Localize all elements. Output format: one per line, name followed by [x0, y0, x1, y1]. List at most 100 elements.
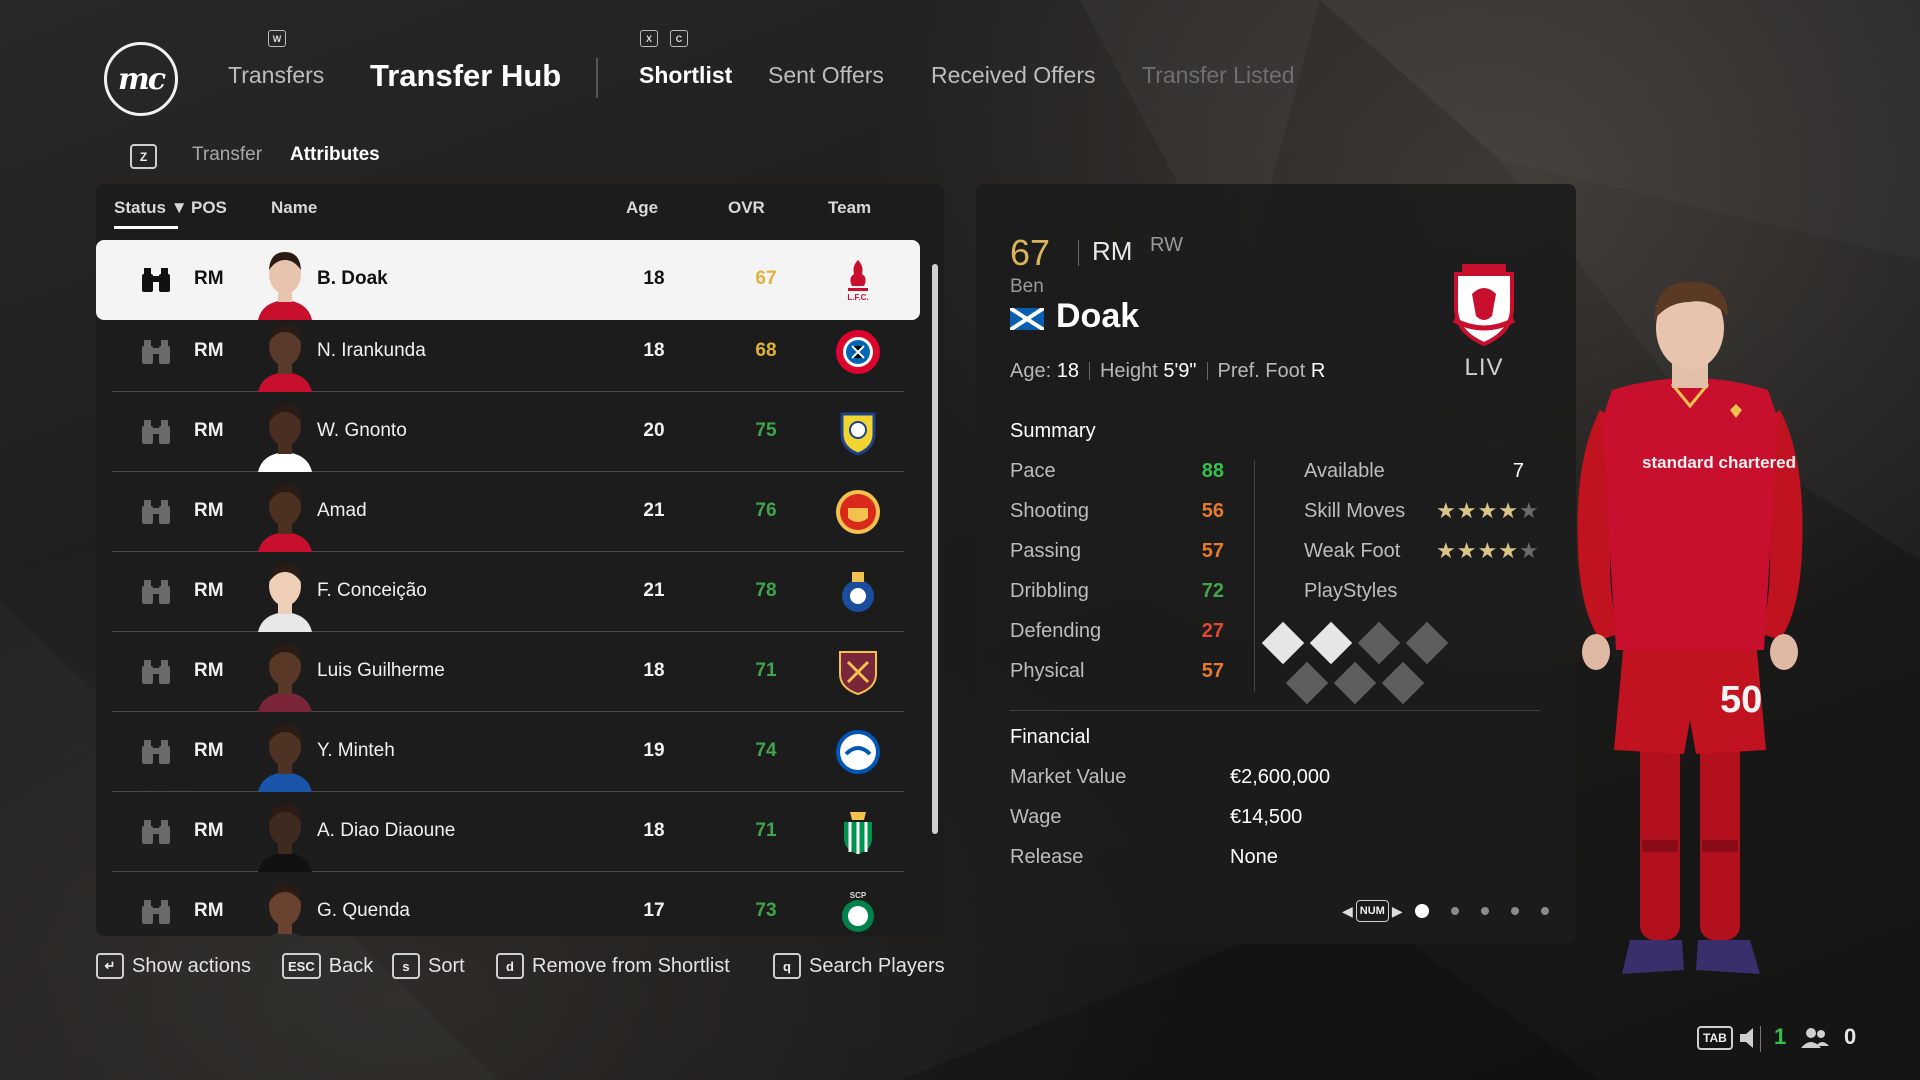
nav-transfer-hub[interactable]: Transfer Hub — [370, 58, 561, 94]
svg-text:L.F.C.: L.F.C. — [847, 293, 868, 302]
wage-value: €14,500 — [1230, 806, 1303, 828]
scrollbar-thumb[interactable] — [932, 264, 938, 834]
playstyle-icon[interactable] — [1285, 661, 1329, 705]
manchester-united-crest-icon — [836, 490, 880, 534]
col-team[interactable]: Team — [828, 198, 871, 218]
playstyle-icon[interactable] — [1261, 621, 1305, 665]
playstyle-icon[interactable] — [1405, 621, 1449, 665]
row-player-name: Y. Minteh — [317, 740, 395, 761]
table-row[interactable]: RM F. Conceição 21 78 — [112, 552, 904, 632]
nav-transfers[interactable]: Transfers — [228, 62, 324, 89]
col-pos[interactable]: POS — [191, 198, 227, 218]
table-row[interactable]: RM W. Gnonto 20 75 — [112, 392, 904, 472]
brighton-crest-icon — [836, 730, 880, 774]
row-player-name: A. Diao Diaoune — [317, 820, 456, 841]
row-ovr: 71 — [755, 820, 777, 841]
page-dot[interactable] — [1510, 907, 1519, 915]
col-name[interactable]: Name — [271, 198, 317, 218]
table-row[interactable]: RM A. Diao Diaoune 18 71 — [112, 792, 904, 872]
binoculars-icon — [142, 820, 170, 844]
action-search-players[interactable]: q Search Players — [773, 953, 945, 979]
player-foot: R — [1310, 360, 1326, 382]
tab-shortlist[interactable]: Shortlist — [639, 62, 732, 89]
player-bio-line: Age: 18 Height 5'9" Pref. Foot R — [1010, 360, 1326, 382]
player-team-abbr: LIV — [1464, 354, 1504, 381]
nav-key-c: C — [670, 30, 688, 47]
tab-transfer-listed[interactable]: Transfer Listed — [1142, 62, 1295, 89]
col-status[interactable]: Status ▼ — [114, 198, 188, 218]
action-label: Back — [328, 954, 374, 977]
table-row[interactable]: RM Luis Guilherme 18 71 — [112, 632, 904, 712]
table-row[interactable]: RM B. Doak 18 67 L.F.C. — [96, 240, 920, 320]
row-position: RM — [194, 820, 224, 841]
player-portrait-icon — [258, 324, 312, 392]
page-dot[interactable] — [1480, 907, 1489, 915]
action-remove-from-shortlist[interactable]: d Remove from Shortlist — [496, 953, 730, 979]
row-position: RM — [194, 580, 224, 601]
attr-passing-label: Passing — [1010, 540, 1082, 562]
player-portrait-icon — [269, 884, 301, 936]
col-ovr[interactable]: OVR — [728, 198, 765, 218]
row-position: RM — [194, 900, 224, 921]
attr-dribbling-value: 72 — [1201, 580, 1224, 602]
row-age: 18 — [643, 820, 665, 841]
sporting-cp-crest-icon: SCP — [842, 891, 874, 932]
release-label: Release — [1010, 846, 1084, 868]
player-ovr: 67 — [1010, 232, 1051, 273]
row-age: 21 — [643, 500, 665, 521]
player-render: standard chartered 50 — [1577, 281, 1803, 974]
row-position: RM — [194, 500, 224, 521]
playstyle-icon[interactable] — [1381, 661, 1425, 705]
action-label: Show actions — [132, 954, 251, 977]
wage-label: Wage — [1010, 806, 1062, 828]
notification-count: 1 — [1774, 1024, 1787, 1049]
table-row[interactable]: RM G. Quenda 17 73 SCP — [112, 872, 904, 936]
action-label: Search Players — [809, 954, 945, 977]
player-first-name: Ben — [1010, 276, 1044, 297]
subtab-transfer[interactable]: Transfer — [192, 144, 262, 166]
player-alt-position: RW — [1150, 234, 1183, 256]
table-row[interactable]: RM Amad 21 76 — [112, 472, 904, 552]
action-show-actions[interactable]: ↵ Show actions — [96, 953, 251, 979]
binoculars-icon — [142, 500, 170, 524]
row-position: RM — [194, 268, 224, 289]
speaker-icon — [1740, 1028, 1753, 1048]
shortlist-panel: Status ▼ POS Name Age OVR Team RM B. Doa… — [96, 184, 944, 936]
row-player-name: F. Conceição — [317, 580, 427, 601]
tab-sent-offers[interactable]: Sent Offers — [768, 62, 884, 89]
page-dot[interactable] — [1540, 907, 1549, 915]
subtab-attributes[interactable]: Attributes — [290, 144, 380, 166]
list-header: Status ▼ POS Name Age OVR Team — [96, 184, 944, 232]
binoculars-icon — [142, 900, 170, 924]
nav-key-w: W — [268, 30, 286, 47]
chevron-right-icon[interactable]: ▶ — [1392, 903, 1403, 920]
q-key-icon: q — [773, 953, 801, 979]
playstyle-icon[interactable] — [1357, 621, 1401, 665]
player-rows: RM B. Doak 18 67 L.F.C. RM N. Irankunda … — [96, 232, 944, 936]
page-dot[interactable] — [1414, 904, 1429, 918]
col-age[interactable]: Age — [626, 198, 658, 218]
chevron-left-icon[interactable]: ◀ — [1342, 903, 1353, 920]
playstyles-label: PlayStyles — [1304, 580, 1398, 602]
playstyle-icon[interactable] — [1333, 661, 1377, 705]
player-height: 5'9" — [1163, 360, 1197, 382]
people-count: 0 — [1844, 1024, 1857, 1049]
player-portrait-icon — [258, 404, 312, 472]
action-back[interactable]: ESC Back — [282, 953, 373, 979]
weak-foot-stars: ★★★★★ — [1436, 538, 1540, 563]
row-position: RM — [194, 660, 224, 681]
sort-indicator — [114, 226, 178, 229]
row-age: 19 — [643, 740, 665, 761]
action-sort[interactable]: s Sort — [392, 953, 465, 979]
page-indicator[interactable]: ◀ NUM ▶ — [1342, 900, 1549, 922]
tab-received-offers[interactable]: Received Offers — [931, 62, 1095, 89]
column-divider — [1254, 460, 1255, 692]
table-row[interactable]: RM Y. Minteh 19 74 — [112, 712, 904, 792]
divider — [1078, 240, 1079, 266]
financial-title: Financial — [1010, 726, 1091, 748]
player-position: RM — [1092, 236, 1133, 266]
page-dot[interactable] — [1450, 907, 1459, 915]
playstyle-icon[interactable] — [1309, 621, 1353, 665]
d-key-icon: d — [496, 953, 524, 979]
table-row[interactable]: RM N. Irankunda 18 68 — [112, 312, 904, 392]
